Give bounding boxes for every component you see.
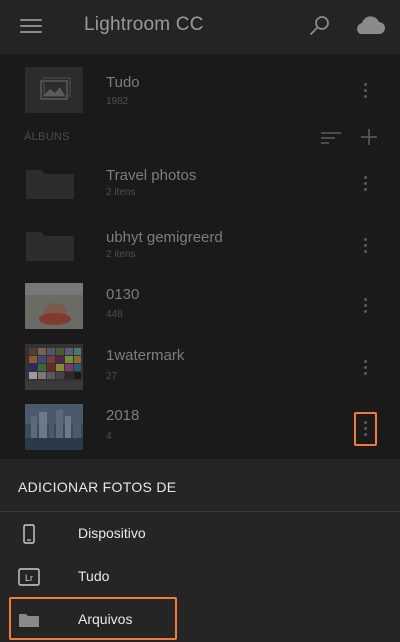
lightroom-app: Lightroom CC Tudo 1982 ÁLBUNS Travel pho… bbox=[0, 0, 400, 642]
album-thumbnail bbox=[25, 344, 83, 390]
album-row[interactable]: ubhyt gemigreerd 2 itens bbox=[0, 220, 400, 276]
album-thumbnail bbox=[25, 404, 83, 450]
all-photos-title: Tudo bbox=[106, 74, 140, 91]
all-photos-row[interactable]: Tudo 1982 bbox=[0, 62, 400, 118]
search-icon[interactable] bbox=[308, 14, 332, 38]
folder-icon bbox=[26, 232, 74, 261]
album-title: 0130 bbox=[106, 286, 140, 303]
album-row[interactable]: 0130 448 bbox=[0, 282, 400, 332]
more-options-icon[interactable] bbox=[362, 83, 368, 101]
albums-section-label: ÁLBUNS bbox=[24, 131, 70, 143]
sheet-divider bbox=[0, 511, 400, 512]
sort-icon[interactable] bbox=[320, 131, 342, 145]
album-subtitle: 4 bbox=[106, 431, 112, 442]
add-photos-sheet: ADICIONAR FOTOS DE Dispositivo Lr Tudo A… bbox=[0, 459, 400, 642]
sheet-item-tudo[interactable]: Lr Tudo bbox=[0, 556, 400, 598]
phone-icon bbox=[23, 524, 35, 544]
sheet-title: ADICIONAR FOTOS DE bbox=[18, 479, 177, 495]
album-title: 2018 bbox=[106, 407, 140, 424]
album-row[interactable]: 1watermark 27 bbox=[0, 343, 400, 393]
arquivos-highlight-box bbox=[9, 597, 177, 640]
photo-thumbnail-image bbox=[25, 283, 83, 329]
top-bar: Lightroom CC bbox=[0, 0, 400, 54]
more-options-icon[interactable] bbox=[362, 238, 368, 256]
photos-icon bbox=[40, 77, 71, 100]
photo-thumbnail-image bbox=[25, 404, 83, 450]
album-title: Travel photos bbox=[106, 167, 197, 184]
album-subtitle: 2 itens bbox=[106, 187, 136, 198]
photo-thumbnail-image bbox=[25, 344, 83, 390]
more-options-icon[interactable] bbox=[362, 176, 368, 194]
all-photos-count: 1982 bbox=[106, 96, 129, 107]
cloud-icon[interactable] bbox=[352, 14, 386, 38]
more-options-icon[interactable] bbox=[362, 298, 368, 316]
folder-icon bbox=[26, 170, 74, 199]
more-options-icon[interactable] bbox=[362, 360, 368, 378]
app-title: Lightroom CC bbox=[84, 14, 204, 35]
album-thumbnail bbox=[25, 283, 83, 329]
all-photos-thumbnail bbox=[25, 67, 83, 113]
album-title: 1watermark bbox=[106, 347, 185, 364]
lr-icon: Lr bbox=[18, 568, 40, 586]
sheet-item-label: Dispositivo bbox=[78, 525, 146, 541]
album-row[interactable]: Travel photos 2 itens bbox=[0, 158, 400, 214]
sheet-item-label: Tudo bbox=[78, 568, 110, 584]
album-subtitle: 2 itens bbox=[106, 249, 136, 260]
album-subtitle: 448 bbox=[106, 309, 123, 320]
hamburger-icon[interactable] bbox=[20, 19, 42, 33]
sheet-item-dispositivo[interactable]: Dispositivo bbox=[0, 513, 400, 555]
album-row[interactable]: 2018 4 bbox=[0, 403, 400, 453]
lr-icon-text: Lr bbox=[25, 573, 33, 583]
kebab-highlight-box bbox=[354, 412, 377, 446]
add-album-icon[interactable] bbox=[360, 128, 378, 146]
album-subtitle: 27 bbox=[106, 371, 118, 382]
album-title: ubhyt gemigreerd bbox=[106, 229, 223, 246]
